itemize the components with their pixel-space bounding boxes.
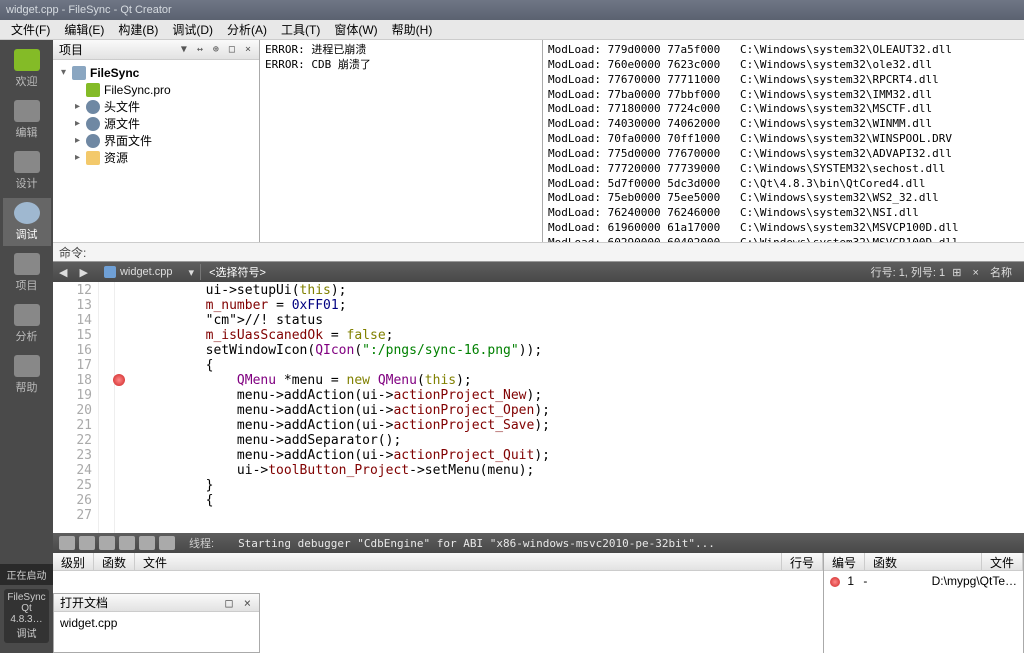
code-editor[interactable]: 12131415161718192021222324252627 ui->set… bbox=[53, 282, 1024, 533]
project-panel: 项目 ▼ ↔ ⊕ □ × ▾FileSyncFileSync.pro▸头文件▸源… bbox=[53, 40, 260, 242]
error-output: ERROR: 进程已崩溃 ERROR: CDB 崩溃了 bbox=[260, 40, 543, 242]
mode-help[interactable]: 帮助 bbox=[3, 351, 51, 399]
open-docs-tools[interactable]: □ × bbox=[225, 596, 253, 610]
step-out-button[interactable] bbox=[139, 536, 155, 550]
mode-edit[interactable]: 编辑 bbox=[3, 96, 51, 144]
menu-help[interactable]: 帮助(H) bbox=[385, 19, 440, 40]
design-icon bbox=[14, 151, 40, 173]
tree-row[interactable]: ▾FileSync bbox=[55, 64, 257, 81]
menu-analyze[interactable]: 分析(A) bbox=[220, 19, 274, 40]
mode-debug[interactable]: 调试 bbox=[3, 198, 51, 246]
bp-col-num[interactable]: 编号 bbox=[824, 553, 865, 570]
nav-fwd-icon[interactable]: ▶ bbox=[73, 266, 93, 279]
help-icon bbox=[14, 355, 40, 377]
mode-analyze[interactable]: 分析 bbox=[3, 300, 51, 348]
restart-button[interactable] bbox=[159, 536, 175, 550]
project-panel-title: 项目 bbox=[59, 41, 83, 58]
tree-row[interactable]: ▸资源 bbox=[55, 149, 257, 166]
menu-tools[interactable]: 工具(T) bbox=[274, 19, 327, 40]
debugger-log: ModLoad: 779d0000 77a5f000 C:\Windows\sy… bbox=[543, 40, 1024, 242]
split-icon[interactable]: ⊞ bbox=[948, 267, 965, 279]
bp-col-func[interactable]: 函数 bbox=[865, 553, 982, 570]
projects-icon bbox=[14, 253, 40, 275]
tree-row[interactable]: FileSync.pro bbox=[55, 81, 257, 98]
mode-projects[interactable]: 项目 bbox=[3, 249, 51, 297]
open-docs-title: 打开文档 bbox=[60, 594, 108, 611]
debugger-status: Starting debugger "CdbEngine" for ABI "x… bbox=[238, 537, 715, 550]
debug-icon bbox=[14, 202, 40, 224]
bp-row[interactable]: 1 - D:\mypg\QtTe… bbox=[824, 571, 1023, 653]
nav-back-icon[interactable]: ◀ bbox=[53, 266, 73, 279]
breakpoint-icon bbox=[830, 577, 840, 587]
breakpoint-marker-icon[interactable] bbox=[113, 374, 125, 386]
analyze-icon bbox=[14, 304, 40, 326]
step-into-button[interactable] bbox=[119, 536, 135, 550]
menu-edit[interactable]: 编辑(E) bbox=[57, 19, 111, 40]
bp-col-file[interactable]: 文件 bbox=[982, 553, 1023, 570]
symbol-selector[interactable]: <选择符号> bbox=[200, 264, 274, 280]
mode-welcome[interactable]: 欢迎 bbox=[3, 45, 51, 93]
open-doc-item[interactable]: widget.cpp bbox=[60, 616, 253, 630]
stack-col-file[interactable]: 文件 bbox=[135, 553, 782, 570]
stack-col-level[interactable]: 级别 bbox=[53, 553, 94, 570]
window-titlebar: widget.cpp - FileSync - Qt Creator bbox=[0, 0, 1024, 20]
tab-dropdown-icon[interactable]: ▾ bbox=[183, 266, 201, 279]
debug-toolbar: 线程: Starting debugger "CdbEngine" for AB… bbox=[53, 533, 1024, 553]
step-over-button[interactable] bbox=[99, 536, 115, 550]
open-documents-panel: 打开文档 □ × widget.cpp bbox=[53, 593, 260, 653]
close-editor-icon[interactable]: × bbox=[969, 267, 983, 279]
menu-build[interactable]: 构建(B) bbox=[111, 19, 165, 40]
mode-sidebar: 欢迎 编辑 设计 调试 项目 分析 帮助 正在启动 FileSync Qt 4.… bbox=[0, 40, 53, 653]
kit-selector[interactable]: FileSync Qt 4.8.3… 调试 bbox=[4, 589, 49, 643]
edit-icon bbox=[14, 100, 40, 122]
cpp-file-icon bbox=[104, 266, 116, 278]
project-tree[interactable]: ▾FileSyncFileSync.pro▸头文件▸源文件▸界面文件▸资源 bbox=[53, 60, 259, 242]
cursor-position: 行号: 1, 列号: 1 bbox=[871, 267, 946, 279]
mode-design[interactable]: 设计 bbox=[3, 147, 51, 195]
stack-col-line[interactable]: 行号 bbox=[782, 553, 823, 570]
line-number-gutter: 12131415161718192021222324252627 bbox=[53, 282, 99, 533]
breakpoints-panel: 编号 函数 文件 1 - D:\mypg\QtTe… bbox=[824, 553, 1024, 653]
editor-tabbar: ◀ ▶ widget.cpp ▾ <选择符号> 行号: 1, 列号: 1 ⊞ ×… bbox=[53, 262, 1024, 282]
menu-debug[interactable]: 调试(D) bbox=[165, 19, 220, 40]
tree-row[interactable]: ▸源文件 bbox=[55, 115, 257, 132]
editor-file-tab[interactable]: widget.cpp bbox=[94, 266, 183, 278]
tree-row[interactable]: ▸头文件 bbox=[55, 98, 257, 115]
thread-label: 线程: bbox=[189, 535, 214, 551]
pause-button[interactable] bbox=[59, 536, 75, 550]
more-editor-icon[interactable]: 名称 bbox=[986, 267, 1016, 279]
project-panel-tools[interactable]: ▼ ↔ ⊕ □ × bbox=[181, 44, 253, 55]
project-panel-header: 项目 ▼ ↔ ⊕ □ × bbox=[53, 40, 259, 60]
window-title: widget.cpp - FileSync - Qt Creator bbox=[6, 4, 172, 16]
menu-window[interactable]: 窗体(W) bbox=[327, 19, 384, 40]
menubar: 文件(F) 编辑(E) 构建(B) 调试(D) 分析(A) 工具(T) 窗体(W… bbox=[0, 20, 1024, 40]
stack-col-func[interactable]: 函数 bbox=[94, 553, 135, 570]
qt-icon bbox=[14, 49, 40, 71]
stop-button[interactable] bbox=[79, 536, 95, 550]
menu-file[interactable]: 文件(F) bbox=[4, 19, 57, 40]
code-text[interactable]: ui->setupUi(this); m_number = 0xFF01; "c… bbox=[115, 282, 1024, 533]
run-status: 正在启动 bbox=[0, 564, 53, 585]
tree-row[interactable]: ▸界面文件 bbox=[55, 132, 257, 149]
command-label: 命令: bbox=[59, 244, 86, 261]
